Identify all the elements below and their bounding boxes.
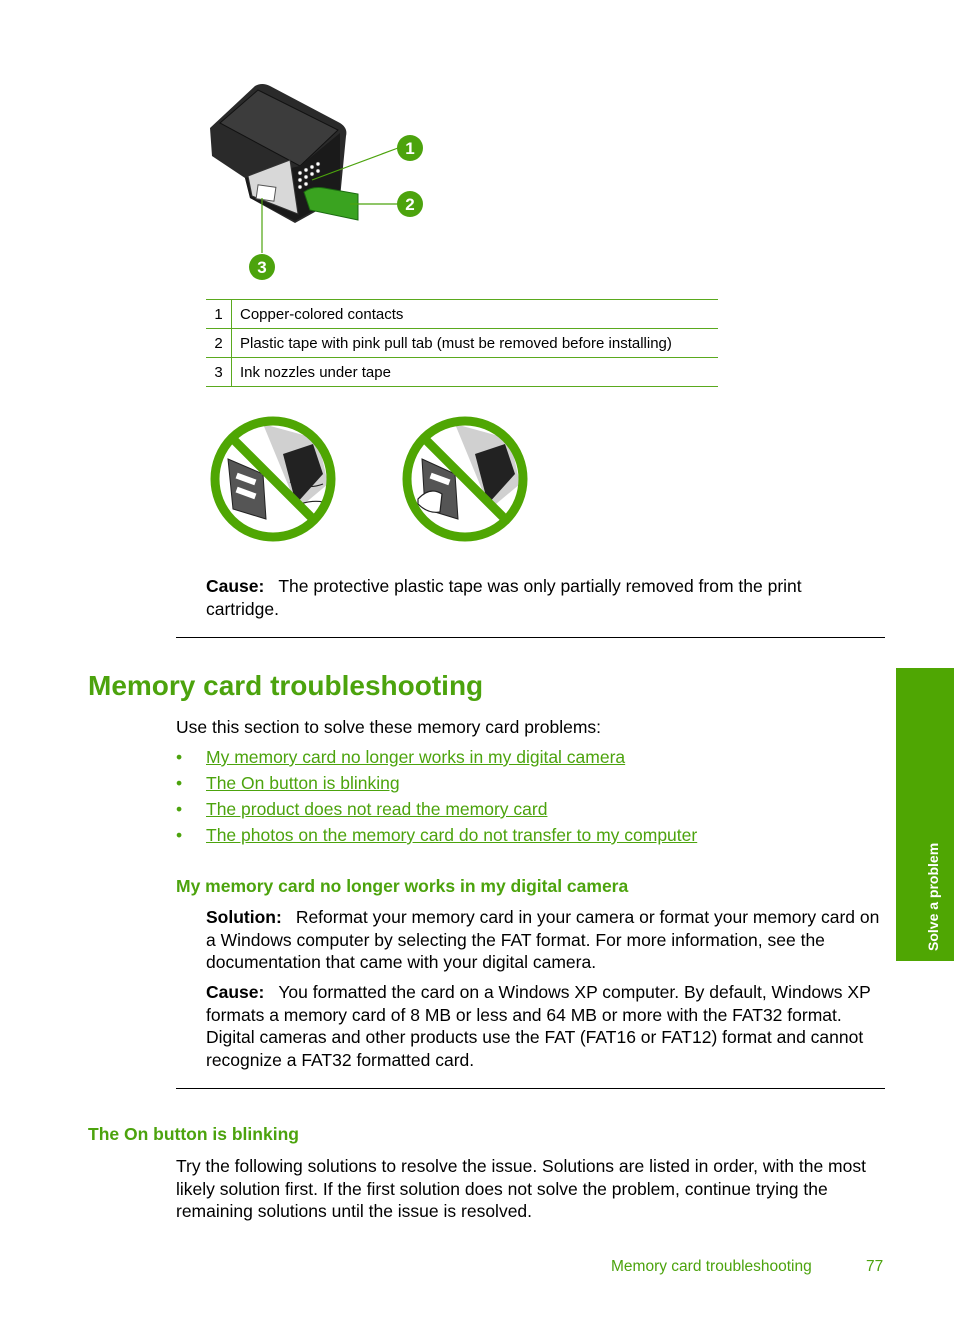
subsection-title-memory-card-camera: My memory card no longer works in my dig… [176, 876, 629, 896]
subsection-title-on-button-blinking: The On button is blinking [88, 1124, 299, 1144]
callout-legend-table: 1 Copper-colored contacts 2 Plastic tape… [206, 299, 718, 387]
page-title: Memory card troubleshooting [88, 670, 484, 701]
section-divider [176, 637, 885, 638]
cause-text: The protective plastic tape was only par… [206, 576, 802, 619]
bullet-icon: • [176, 799, 183, 819]
solution-label: Solution: [206, 907, 282, 927]
solution-paragraph: Solution: Reformat your memory card in yo… [206, 906, 886, 974]
do-not-touch-contacts-illustration [210, 416, 336, 542]
section-intro: Use this section to solve these memory c… [176, 717, 602, 737]
table-row: 2 Plastic tape with pink pull tab (must … [206, 328, 718, 358]
svg-text:3: 3 [257, 258, 266, 277]
callout-2: 2 [397, 191, 423, 217]
list-item: • My memory card no longer works in my di… [176, 744, 697, 770]
link-memory-card-camera[interactable]: My memory card no longer works in my dig… [206, 747, 625, 767]
cause-tape-paragraph: Cause: The protective plastic tape was on… [206, 575, 846, 620]
do-not-touch-nozzles-illustration [402, 416, 528, 542]
list-item: • The On button is blinking [176, 770, 697, 796]
problem-links-list: • My memory card no longer works in my di… [176, 744, 697, 848]
bullet-icon: • [176, 773, 183, 793]
on-button-intro-paragraph: Try the following solutions to resolve t… [176, 1156, 866, 1221]
callout-number: 1 [206, 299, 232, 329]
cause-paragraph: Cause: You formatted the card on a Window… [206, 981, 886, 1071]
link-product-not-read-card[interactable]: The product does not read the memory car… [206, 799, 547, 819]
callout-description: Ink nozzles under tape [231, 357, 718, 387]
callout-3: 3 [249, 254, 275, 280]
page-number: 77 [866, 1258, 884, 1275]
cause-text: You formatted the card on a Windows XP c… [206, 982, 871, 1070]
chapter-side-tab: Solve a problem [896, 668, 954, 961]
side-tab-label: Solve a problem [925, 842, 941, 951]
pull-tab [303, 187, 359, 221]
callout-number: 2 [206, 328, 232, 358]
list-item: • The product does not read the memory ca… [176, 796, 697, 822]
callout-number: 3 [206, 357, 232, 387]
link-on-button-blinking[interactable]: The On button is blinking [206, 773, 400, 793]
bullet-icon: • [176, 747, 183, 767]
cause-label: Cause: [206, 576, 265, 596]
footer-section-name: Memory card troubleshooting [611, 1258, 812, 1275]
bullet-icon: • [176, 825, 183, 845]
link-photos-not-transfer[interactable]: The photos on the memory card do not tra… [206, 825, 697, 845]
callout-1: 1 [397, 135, 423, 161]
list-item: • The photos on the memory card do not tr… [176, 822, 697, 848]
section-divider [176, 1088, 885, 1089]
print-cartridge-illustration: 1 2 3 [210, 84, 423, 280]
callout-description: Plastic tape with pink pull tab (must be… [231, 328, 718, 358]
cause-label: Cause: [206, 982, 265, 1002]
svg-text:1: 1 [405, 139, 414, 158]
table-row: 1 Copper-colored contacts [206, 299, 718, 329]
svg-text:2: 2 [405, 195, 414, 214]
table-row: 3 Ink nozzles under tape [206, 357, 718, 387]
callout-description: Copper-colored contacts [231, 299, 718, 329]
solution-text: Reformat your memory card in your camera… [206, 907, 880, 972]
